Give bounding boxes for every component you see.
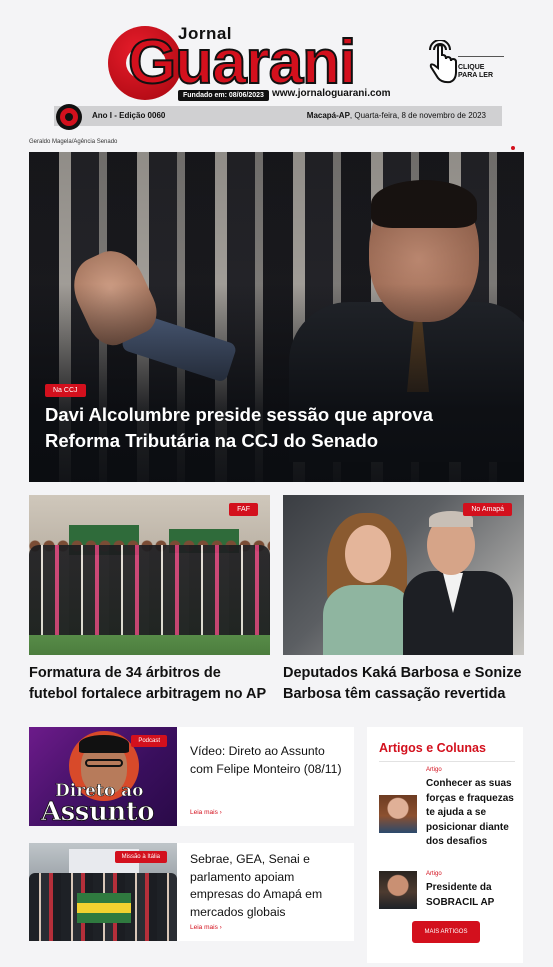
click-to-read-label: CLIQUE PARA LER	[458, 64, 493, 81]
sidebar-divider	[379, 761, 515, 762]
read-more-link[interactable]: Leia mais ›	[190, 809, 222, 816]
story-headline[interactable]: Deputados Kaká Barbosa e Sonize Barbosa …	[283, 663, 524, 705]
carousel-dot[interactable]	[511, 146, 515, 150]
story-headline[interactable]: Formatura de 34 árbitros de futebol fort…	[29, 663, 270, 705]
read-more-link[interactable]: Leia mais ›	[190, 924, 222, 931]
hero-headline[interactable]: Davi Alcolumbre preside sessão que aprov…	[45, 402, 495, 453]
image-flag	[77, 893, 131, 923]
image-woman-dress	[323, 585, 413, 655]
story-card[interactable]: No Amapá Deputados Kaká Barbosa e Sonize…	[283, 495, 524, 705]
author-avatar[interactable]	[379, 795, 417, 833]
site-url[interactable]: www.jornaloguarani.com	[272, 88, 391, 99]
image-host-cap	[79, 735, 129, 753]
image-woman-face	[345, 525, 391, 583]
podcast-thumbnail[interactable]: Direto ao Assunto Podcast	[29, 727, 177, 826]
podcast-logo-line-2: Assunto	[41, 797, 155, 826]
story-image-graduation[interactable]: FAF	[29, 495, 270, 655]
story-card[interactable]: FAF Formatura de 34 árbitros de futebol …	[29, 495, 270, 705]
edition-number: Ano I - Edição 0060	[92, 111, 166, 120]
small-logo-icon	[56, 104, 82, 130]
mission-thumbnail[interactable]: Missão à Itália	[29, 843, 177, 941]
card-headline[interactable]: Sebrae, GEA, Senai e parlamento apoiam e…	[190, 851, 348, 922]
article-headline[interactable]: Presidente da SOBRACIL AP	[426, 881, 522, 910]
article-category: Artigo	[426, 767, 442, 773]
article-headline[interactable]: Conhecer as suas forças e fraquezas te a…	[426, 777, 522, 850]
article-category: Artigo	[426, 871, 442, 877]
story-image-deputies[interactable]: No Amapá	[283, 495, 524, 655]
image-crowd	[29, 545, 270, 635]
page: Guarani Jornal Fundado em: 08/06/2023 ww…	[0, 0, 553, 967]
story-category-tag[interactable]: No Amapá	[463, 503, 512, 516]
cta-line-2: PARA LER	[458, 72, 493, 80]
tap-hand-icon	[429, 40, 457, 84]
articles-sidebar: Artigos e Colunas Artigo Conhecer as sua…	[367, 727, 523, 963]
more-articles-button[interactable]: MAIS ARTIGOS	[412, 921, 480, 943]
hero-category-tag[interactable]: Na CCJ	[45, 384, 86, 397]
logo-brand-prefix: Jornal	[178, 24, 233, 43]
image-host-glasses	[85, 759, 123, 767]
logo-brand-name: Guarani	[127, 28, 357, 97]
dateline-city: Macapá-AP	[306, 111, 350, 120]
news-card-mission[interactable]: Missão à Itália Sebrae, GEA, Senai e par…	[29, 843, 354, 941]
cta-line-1: CLIQUE	[458, 64, 485, 71]
card-category-tag[interactable]: Podcast	[131, 735, 167, 747]
cta-divider	[458, 56, 504, 57]
author-avatar[interactable]	[379, 871, 417, 909]
card-headline[interactable]: Vídeo: Direto ao Assunto com Felipe Mont…	[190, 743, 348, 778]
founded-date: Fundado em: 08/06/2023	[178, 90, 269, 101]
dateline: Macapá-AP, Quarta-feira, 8 de novembro d…	[307, 111, 486, 120]
story-category-tag[interactable]: FAF	[229, 503, 258, 516]
dateline-date: , Quarta-feira, 8 de novembro de 2023	[349, 111, 486, 120]
news-card-podcast[interactable]: Direto ao Assunto Podcast Vídeo: Direto …	[29, 727, 354, 826]
click-to-read[interactable]: CLIQUE PARA LER	[424, 40, 504, 86]
edition-bar: Ano I - Edição 0060 Macapá-AP, Quarta-fe…	[54, 104, 502, 130]
card-category-tag[interactable]: Missão à Itália	[114, 851, 167, 863]
sidebar-title: Artigos e Colunas	[379, 741, 486, 755]
masthead: Guarani Jornal Fundado em: 08/06/2023 ww…	[0, 0, 553, 132]
hero-story[interactable]: Na CCJ Davi Alcolumbre preside sessão qu…	[29, 152, 524, 482]
photo-credit: Geraldo Magela/Agência Senado	[29, 139, 118, 145]
